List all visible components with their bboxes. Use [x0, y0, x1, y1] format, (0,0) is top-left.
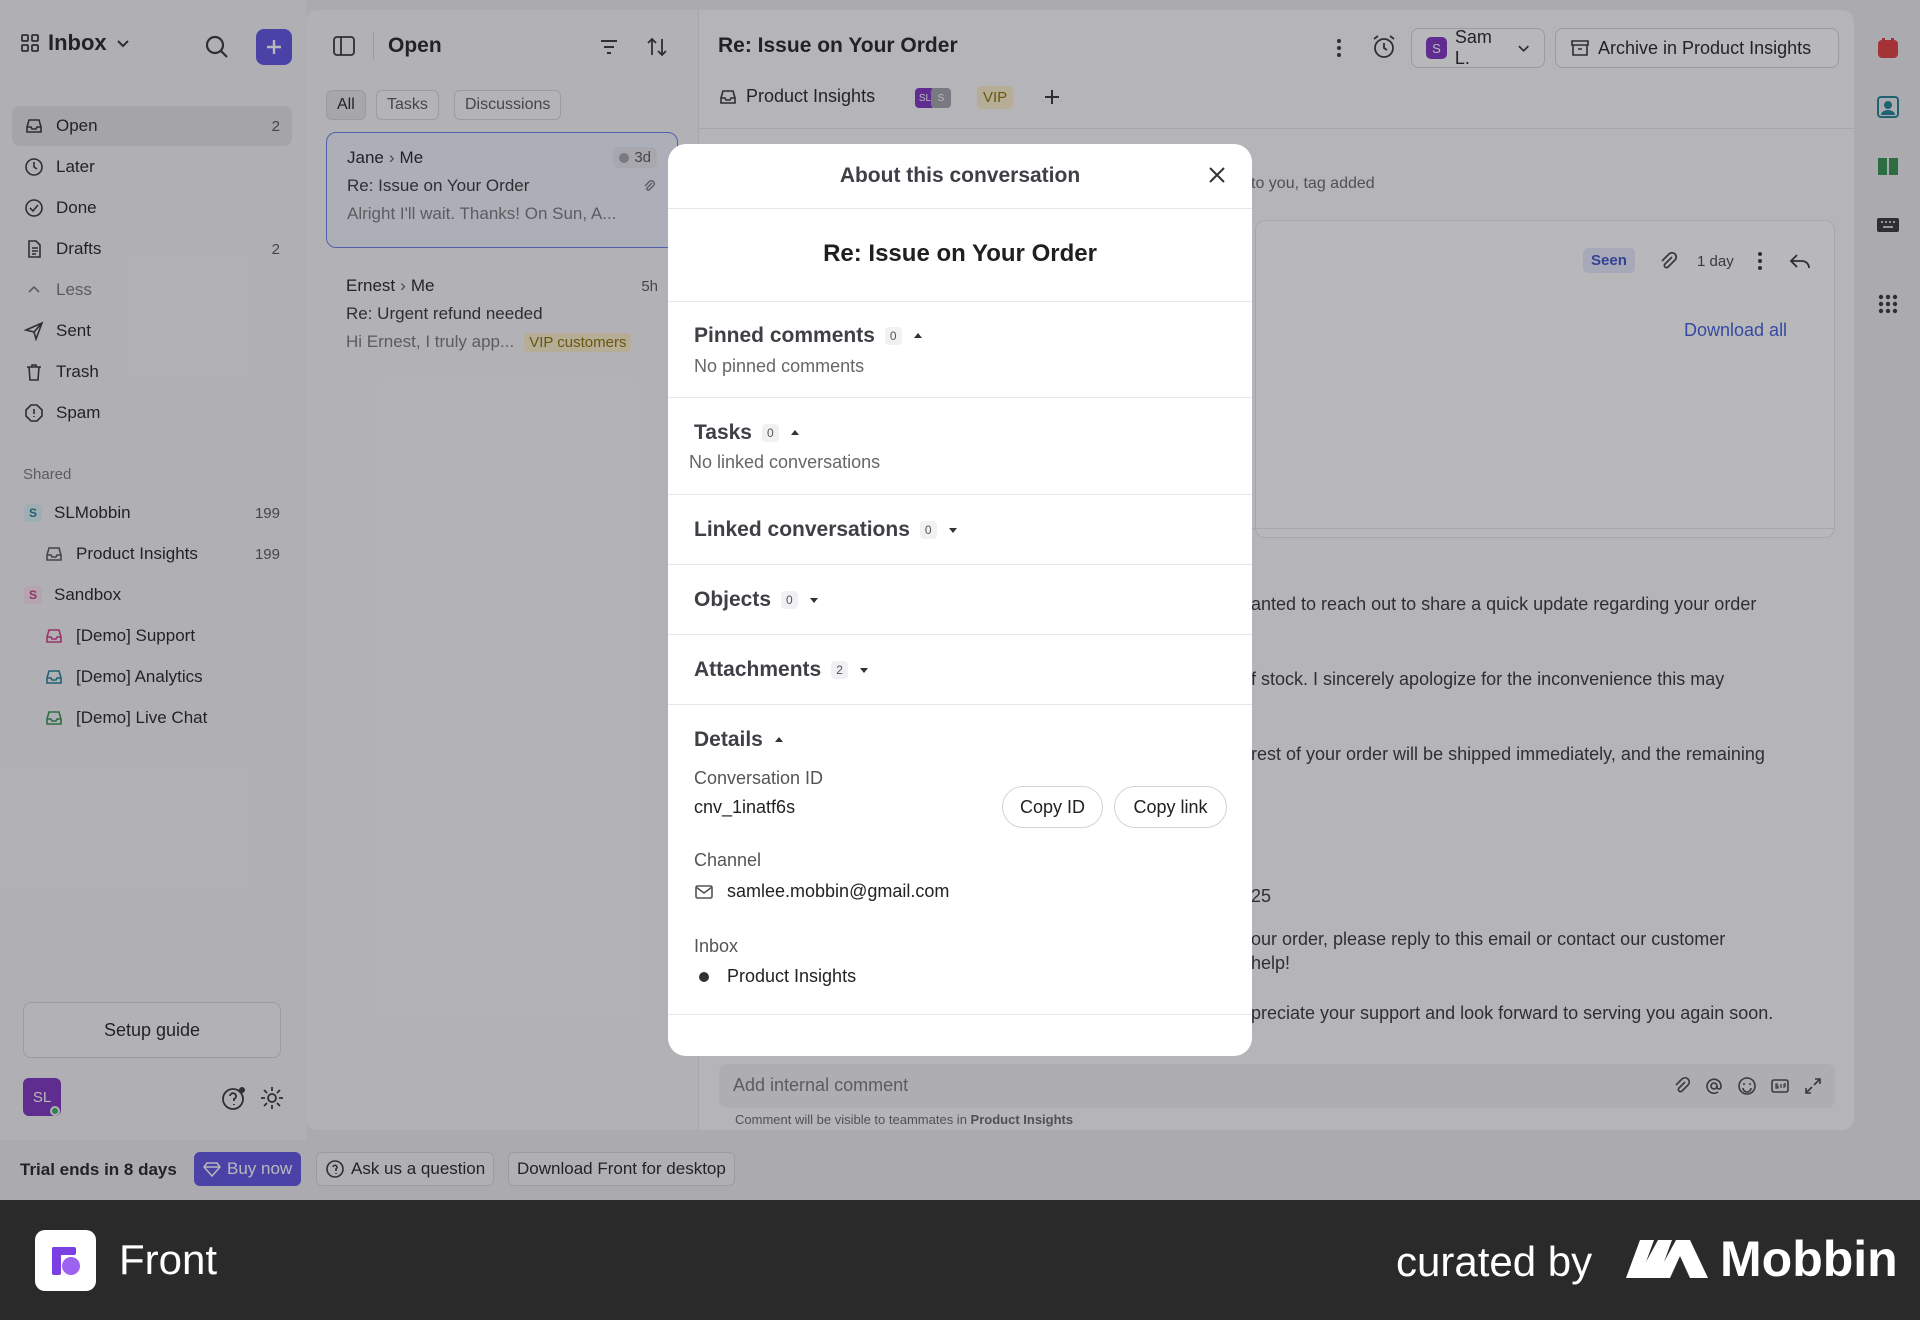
copy-link-button[interactable]: Copy link: [1114, 786, 1227, 828]
divider: [668, 564, 1252, 565]
front-logo: [35, 1230, 96, 1291]
divider: [668, 704, 1252, 705]
section-label: Attachments: [694, 658, 822, 681]
caret-up-icon: [913, 333, 922, 338]
linked-conversations-header[interactable]: Linked conversations 0: [694, 518, 959, 542]
divider: [668, 634, 1252, 635]
tasks-header[interactable]: Tasks 0: [694, 421, 801, 445]
objects-header[interactable]: Objects 0: [694, 588, 820, 612]
section-count: 0: [781, 591, 798, 609]
about-conversation-modal: About this conversation Re: Issue on You…: [668, 144, 1252, 1056]
caret-down-icon: [859, 668, 868, 673]
section-count: 0: [762, 424, 779, 442]
app-name: Front: [119, 1236, 218, 1283]
pinned-comments-header[interactable]: Pinned comments 0: [694, 324, 924, 348]
pinned-empty-text: No pinned comments: [694, 356, 865, 376]
mobbin-logo-icon: [1626, 1238, 1708, 1280]
caret-down-icon: [948, 528, 957, 533]
divider: [668, 301, 1252, 302]
conversation-id-value: cnv_1inatf6s: [694, 797, 796, 817]
section-count: 0: [919, 521, 937, 539]
section-label: Details: [694, 728, 763, 751]
curated-by-text: curated by: [1396, 1238, 1593, 1285]
caret-up-icon: [774, 737, 783, 742]
caret-up-icon: [790, 430, 799, 435]
channel-value: samlee.mobbin@gmail.com: [727, 881, 950, 901]
section-label: Linked conversations: [694, 518, 910, 541]
divider: [668, 208, 1252, 209]
divider: [668, 494, 1252, 495]
modal-subject: Re: Issue on Your Order: [823, 240, 1097, 267]
close-icon[interactable]: [1206, 164, 1228, 186]
brand-name: Mobbin: [1720, 1231, 1898, 1287]
tasks-empty-text: No linked conversations: [689, 452, 881, 472]
section-label: Pinned comments: [694, 324, 875, 347]
divider: [668, 1014, 1252, 1015]
copy-id-button[interactable]: Copy ID: [1002, 786, 1103, 828]
conversation-id-label: Conversation ID: [694, 768, 824, 788]
channel-label: Channel: [694, 850, 762, 870]
section-count: 2: [831, 661, 848, 679]
envelope-icon: [694, 882, 714, 902]
inbox-value: Product Insights: [727, 966, 857, 986]
section-label: Tasks: [694, 421, 752, 444]
section-count: 0: [884, 327, 902, 345]
modal-title: About this conversation: [839, 164, 1081, 187]
details-header[interactable]: Details: [694, 728, 785, 752]
inbox-label: Inbox: [694, 936, 739, 956]
caret-down-icon: [809, 598, 818, 603]
divider: [668, 397, 1252, 398]
attachments-header[interactable]: Attachments 2: [694, 658, 870, 682]
inbox-dot: [699, 972, 709, 982]
section-label: Objects: [694, 588, 772, 611]
brand-footer: Front curated by Mobbin: [0, 1200, 1920, 1320]
